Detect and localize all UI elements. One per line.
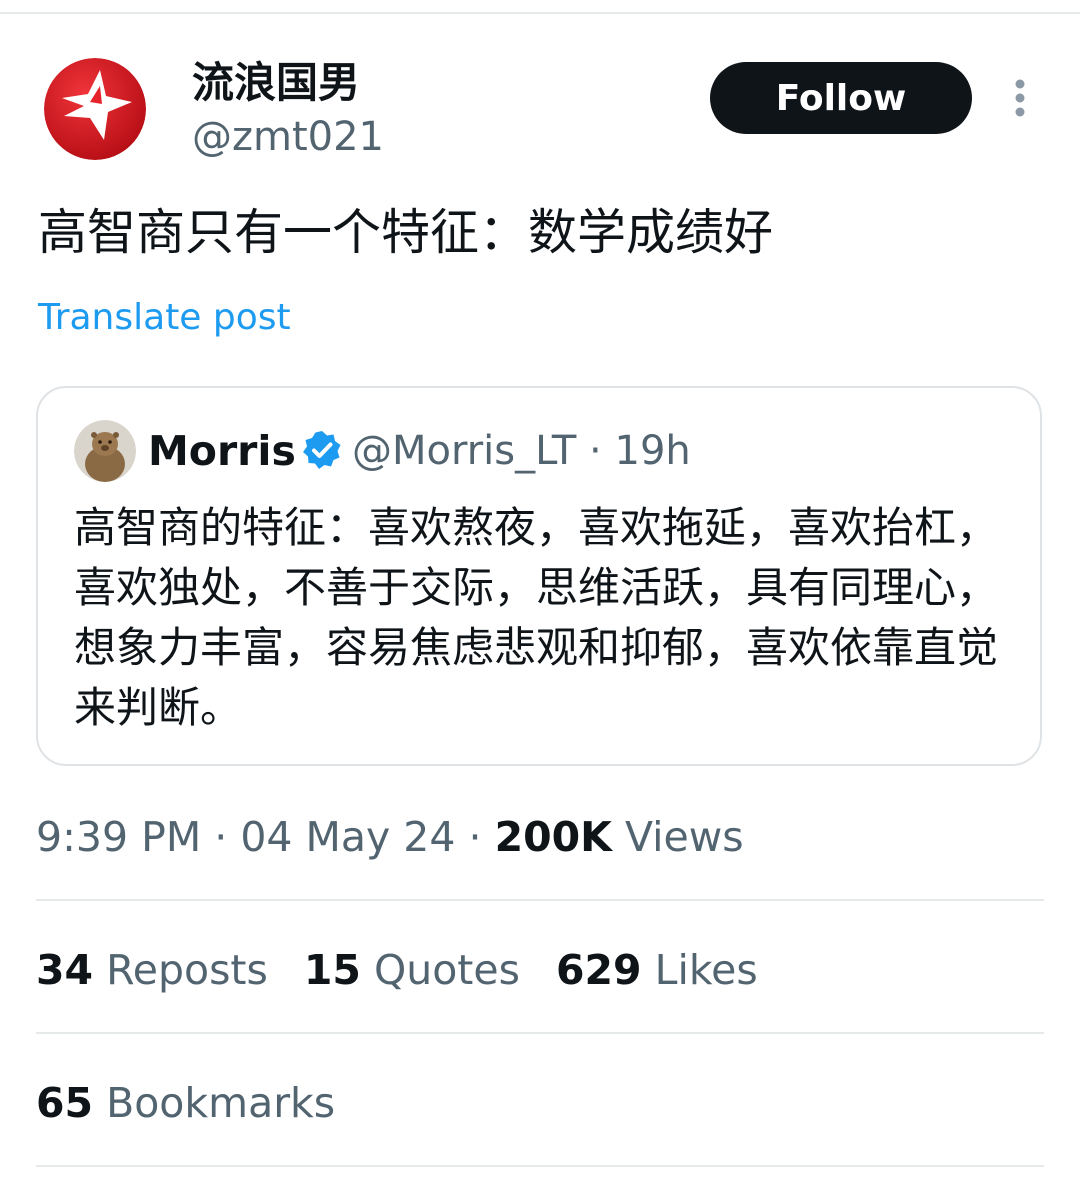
likes-label: Likes <box>641 946 758 994</box>
engagement-stats: 34 Reposts 15 Quotes 629 Likes <box>36 944 794 996</box>
quoted-author-avatar[interactable] <box>74 420 136 482</box>
views-label: Views <box>611 813 744 861</box>
quoted-post-text: 高智商的特征：喜欢熬夜，喜欢拖延，喜欢抬杠，喜欢独处，不善于交际，思维活跃，具有… <box>74 503 999 732</box>
reposts-count: 34 <box>36 946 94 994</box>
quoted-post-time[interactable]: 19h <box>615 428 691 474</box>
post-timestamp-row: 9:39 PM · 04 May 24 · 200K Views <box>36 812 744 862</box>
more-vertical-icon <box>1015 79 1025 117</box>
divider <box>36 1032 1044 1034</box>
quoted-author-name[interactable]: Morris <box>148 428 296 474</box>
divider <box>36 1165 1044 1167</box>
meta-separator: · <box>576 428 615 474</box>
top-divider <box>0 12 1080 14</box>
timestamp-separator: · <box>455 813 495 861</box>
bookmarks-label: Bookmarks <box>93 1079 336 1127</box>
author-handle[interactable]: @zmt021 <box>192 113 384 161</box>
red-star-logo-icon <box>44 58 146 160</box>
reposts-stat[interactable]: 34 Reposts <box>36 944 268 996</box>
author-display-name[interactable]: 流浪国男 <box>192 58 360 108</box>
post-text: 高智商只有一个特征：数学成绩好 <box>38 204 774 261</box>
quotes-count: 15 <box>303 946 361 994</box>
quoted-post-card[interactable]: Morris @Morris_LT · 19h 高智商的特征：喜欢熬夜，喜欢拖延… <box>36 386 1042 766</box>
reposts-label: Reposts <box>93 946 268 994</box>
author-avatar[interactable] <box>44 58 146 160</box>
post-date[interactable]: 04 May 24 <box>240 813 455 861</box>
quotes-label: Quotes <box>360 946 520 994</box>
bookmarks-count: 65 <box>36 1079 94 1127</box>
timestamp-separator: · <box>201 813 241 861</box>
views-count: 200K <box>494 813 612 861</box>
marmot-avatar-icon <box>74 420 136 482</box>
verified-badge-icon <box>300 428 344 472</box>
more-options-button[interactable] <box>1004 78 1036 118</box>
quotes-stat[interactable]: 15 Quotes <box>304 944 520 996</box>
bookmarks-stat[interactable]: 65 Bookmarks <box>36 1077 335 1129</box>
likes-stat[interactable]: 629 Likes <box>556 944 758 996</box>
quoted-meta: @Morris_LT · 19h <box>352 428 691 474</box>
translate-post-link[interactable]: Translate post <box>38 296 291 340</box>
likes-count: 629 <box>555 946 642 994</box>
follow-button[interactable]: Follow <box>710 62 972 134</box>
quoted-author-handle[interactable]: @Morris_LT <box>352 428 576 474</box>
post-time[interactable]: 9:39 PM <box>36 813 201 861</box>
divider <box>36 899 1044 901</box>
